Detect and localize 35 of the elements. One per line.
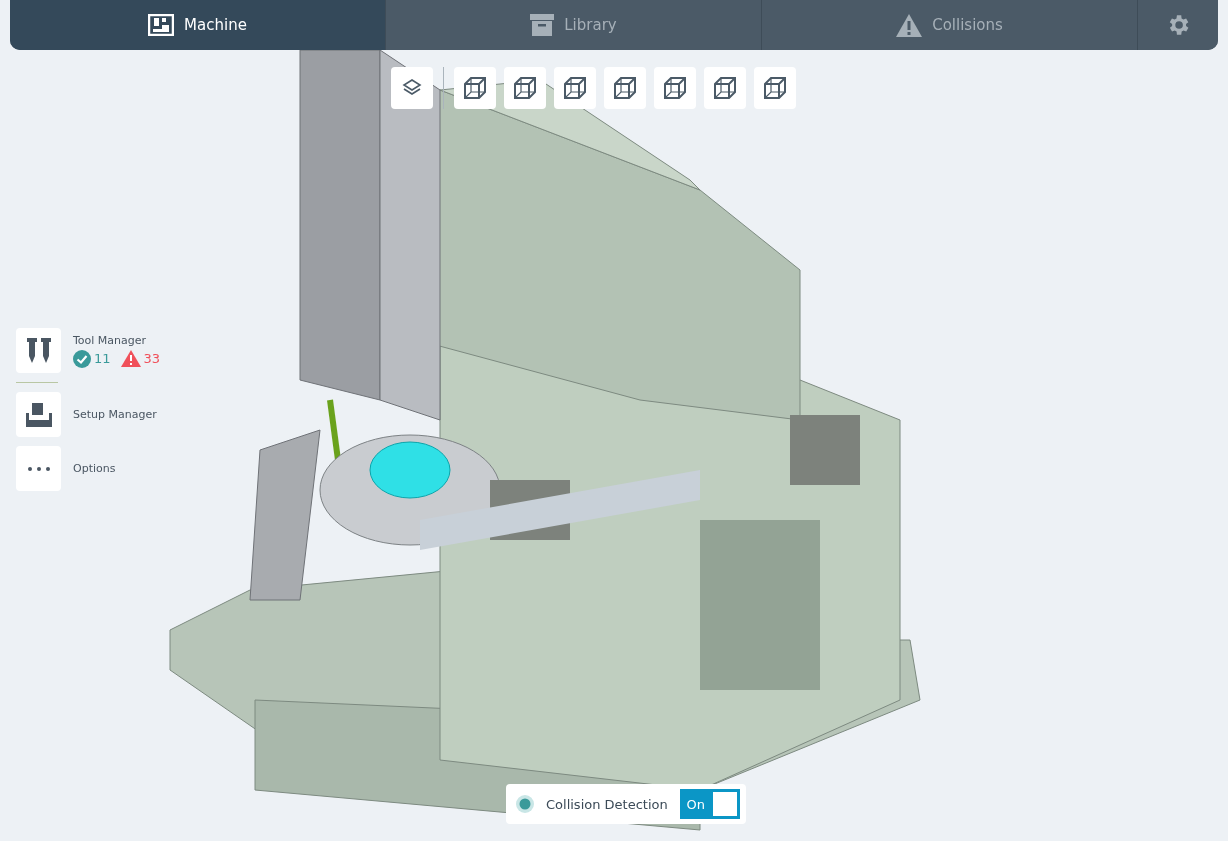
wireframe-cube-icon bbox=[713, 76, 737, 100]
machine-icon bbox=[148, 14, 175, 36]
collision-toggle[interactable]: On bbox=[679, 789, 740, 819]
view-cube-button[interactable] bbox=[604, 67, 646, 109]
tab[interactable]: Machine bbox=[10, 0, 386, 50]
warning-count: 33 bbox=[143, 351, 161, 366]
view-cube-button[interactable] bbox=[754, 67, 796, 109]
wireframe-cube-icon bbox=[613, 76, 637, 100]
collision-detection-label: Collision Detection bbox=[546, 796, 668, 812]
side-panel-label: Options bbox=[73, 462, 116, 475]
ok-count: 11 bbox=[94, 351, 111, 366]
more-icon bbox=[27, 466, 50, 471]
warning-icon bbox=[120, 350, 141, 367]
side-panel-label: Setup Manager bbox=[73, 408, 157, 421]
side-panel-button[interactable] bbox=[16, 328, 61, 373]
tool-holders-icon bbox=[26, 337, 51, 364]
view-cube-button[interactable] bbox=[654, 67, 696, 109]
tray-icon bbox=[25, 402, 52, 427]
wireframe-cube-icon bbox=[663, 76, 687, 100]
status-dot-icon bbox=[516, 795, 534, 813]
layers-icon bbox=[402, 78, 422, 98]
side-panel-label: Tool Manager bbox=[73, 333, 148, 347]
wireframe-cube-icon bbox=[763, 76, 787, 100]
wireframe-cube-icon bbox=[463, 76, 487, 100]
side-panel-button[interactable] bbox=[16, 392, 61, 437]
view-cube-button[interactable] bbox=[554, 67, 596, 109]
check-circle-icon bbox=[73, 349, 91, 368]
warning-icon bbox=[896, 13, 923, 37]
view-cube-button[interactable] bbox=[704, 67, 746, 109]
view-cube-button[interactable] bbox=[454, 67, 496, 109]
view-cube-button[interactable] bbox=[504, 67, 546, 109]
layers-button[interactable] bbox=[391, 67, 433, 109]
wireframe-cube-icon bbox=[563, 76, 587, 100]
wireframe-cube-icon bbox=[513, 76, 537, 100]
archive-box-icon bbox=[530, 14, 555, 36]
